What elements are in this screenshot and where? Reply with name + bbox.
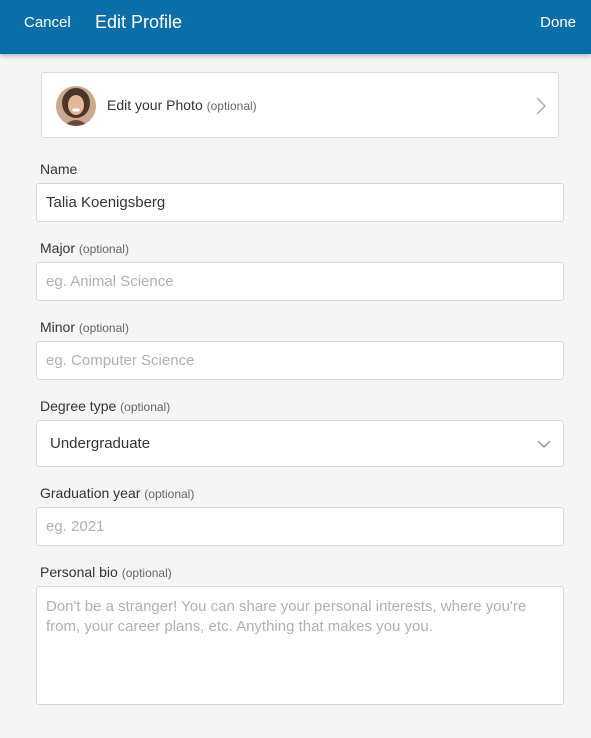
profile-photo-icon <box>56 86 96 126</box>
degree-type-label: Degree type (optional) <box>40 398 171 414</box>
edit-photo-row[interactable]: Edit your Photo (optional) <box>41 72 559 138</box>
cancel-button[interactable]: Cancel <box>24 14 71 31</box>
name-label: Name <box>40 161 78 177</box>
minor-field[interactable] <box>36 341 564 380</box>
name-field[interactable] <box>36 183 564 222</box>
personal-bio-label: Personal bio (optional) <box>40 564 172 580</box>
optional-tag: (optional) <box>206 99 257 113</box>
graduation-year-label: Graduation year (optional) <box>40 485 195 501</box>
major-label: Major (optional) <box>40 240 129 256</box>
graduation-year-field[interactable] <box>36 507 564 546</box>
chevron-down-icon <box>537 440 551 449</box>
personal-bio-field[interactable] <box>36 586 564 705</box>
degree-type-value: Undergraduate <box>50 435 151 452</box>
avatar[interactable] <box>56 86 96 126</box>
edit-photo-label: Edit your Photo (optional) <box>107 97 257 113</box>
done-button[interactable]: Done <box>540 14 576 31</box>
degree-type-select[interactable]: Undergraduate <box>36 420 564 467</box>
page-title: Edit Profile <box>95 12 183 32</box>
chevron-right-icon <box>536 97 546 115</box>
minor-label: Minor (optional) <box>40 319 129 335</box>
major-field[interactable] <box>36 262 564 301</box>
top-bar: Cancel Edit Profile Done <box>0 0 591 54</box>
